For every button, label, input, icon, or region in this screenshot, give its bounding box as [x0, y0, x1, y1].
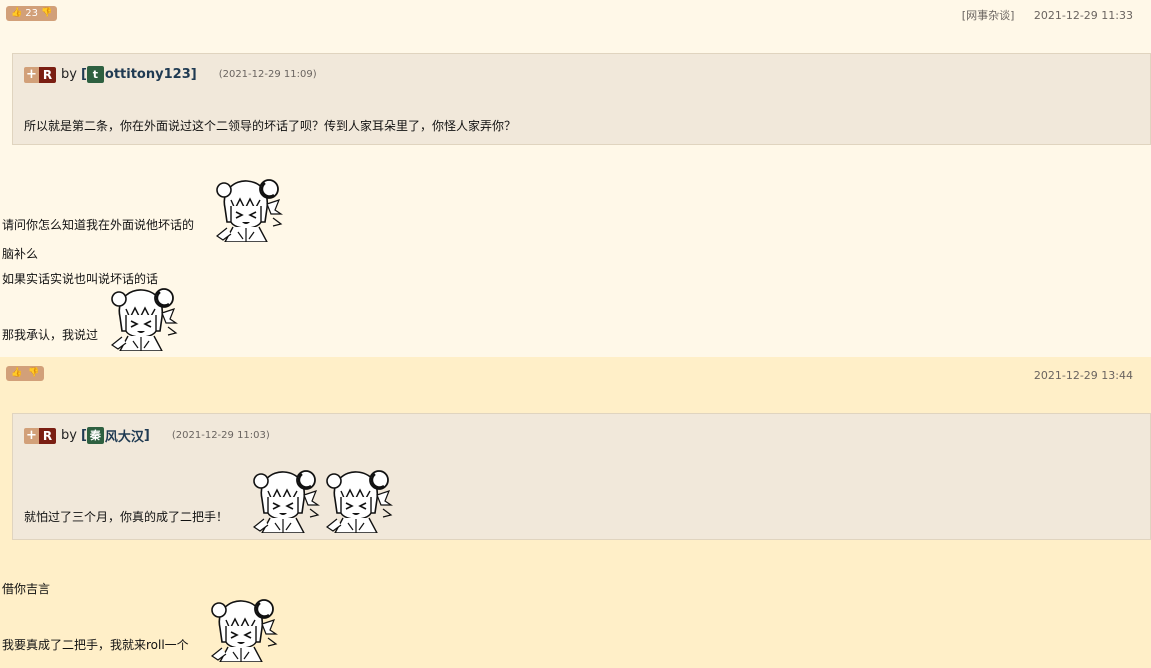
reply-button[interactable]: R: [39, 66, 56, 83]
anime-girl-sticker: [325, 469, 393, 533]
quote-header: + R by [ 秦 风大汉 ] (2021-12-29 11:03): [24, 426, 270, 445]
quote-header: + R by [ t ottitony123 ] (2021-12-29 11:…: [24, 66, 317, 83]
category-label[interactable]: [网事杂谈]: [962, 9, 1015, 22]
anime-girl-sticker: [252, 469, 320, 533]
quote-time: (2021-12-29 11:03): [171, 430, 270, 441]
avatar: t: [86, 66, 104, 83]
reply-line: 我要真成了二把手，我就来roll一个: [2, 638, 189, 652]
post-time: 2021-12-29 13:44: [1033, 369, 1133, 382]
username[interactable]: ottitony123: [105, 67, 191, 82]
avatar: 秦: [86, 427, 104, 444]
thumbs-up-icon[interactable]: 👍: [11, 6, 22, 21]
thumbs-up-icon[interactable]: 👍: [11, 366, 22, 381]
reply-line: 如果实话实说也叫说坏话的话: [2, 272, 159, 286]
expand-button[interactable]: +: [24, 66, 39, 83]
reply-button[interactable]: R: [39, 427, 56, 444]
post-2: 👍 👎 2021-12-29 13:44 + R by [ 秦 风大汉 ] (2…: [0, 357, 1151, 668]
anime-girl-sticker: [215, 178, 283, 242]
quote-text: 就怕过了三个月，你真的成了二把手！: [24, 510, 229, 524]
reply-line: 请问你怎么知道我在外面说他坏话的: [2, 218, 195, 232]
quote-block: + R by [ 秦 风大汉 ] (2021-12-29 11:03) 就怕过了…: [12, 413, 1151, 540]
bracket-close: ]: [143, 428, 150, 443]
thumbs-down-icon[interactable]: 👎: [28, 366, 39, 381]
expand-reply-buttons[interactable]: + R: [24, 427, 56, 444]
quote-username-link[interactable]: [ 秦 风大汉 ]: [81, 426, 150, 445]
post-meta: [网事杂谈] 2021-12-29 11:33: [962, 7, 1133, 23]
anime-girl-sticker: [110, 287, 178, 351]
quote-text: 所以就是第二条，你在外面说过这个二领导的坏话了呗？传到人家耳朵里了，你怪人家弄你…: [24, 119, 517, 133]
thumbs-down-icon[interactable]: 👎: [41, 6, 52, 21]
bracket-close: ]: [190, 67, 197, 82]
vote-widget[interactable]: 👍 👎: [6, 366, 45, 381]
expand-button[interactable]: +: [24, 427, 39, 444]
by-label: by: [61, 428, 77, 443]
expand-reply-buttons[interactable]: + R: [24, 66, 56, 83]
vote-count: 23: [25, 8, 38, 19]
quote-username-link[interactable]: [ t ottitony123 ]: [81, 66, 197, 83]
reply-line: 那我承认，我说过: [2, 328, 99, 342]
quote-time: (2021-12-29 11:09): [218, 69, 317, 80]
by-label: by: [61, 67, 77, 82]
reply-line: 借你吉言: [2, 582, 51, 596]
post-meta: 2021-12-29 13:44: [1034, 369, 1133, 382]
anime-girl-sticker: [210, 598, 278, 662]
username[interactable]: 风大汉: [105, 426, 144, 445]
vote-widget[interactable]: 👍 23 👎: [6, 6, 58, 21]
reply-line: 脑补么: [2, 247, 39, 261]
post-time: 2021-12-29 11:33: [1033, 9, 1133, 22]
post-1: 👍 23 👎 [网事杂谈] 2021-12-29 11:33 + R by [ …: [0, 0, 1151, 357]
quote-block: + R by [ t ottitony123 ] (2021-12-29 11:…: [12, 53, 1151, 145]
